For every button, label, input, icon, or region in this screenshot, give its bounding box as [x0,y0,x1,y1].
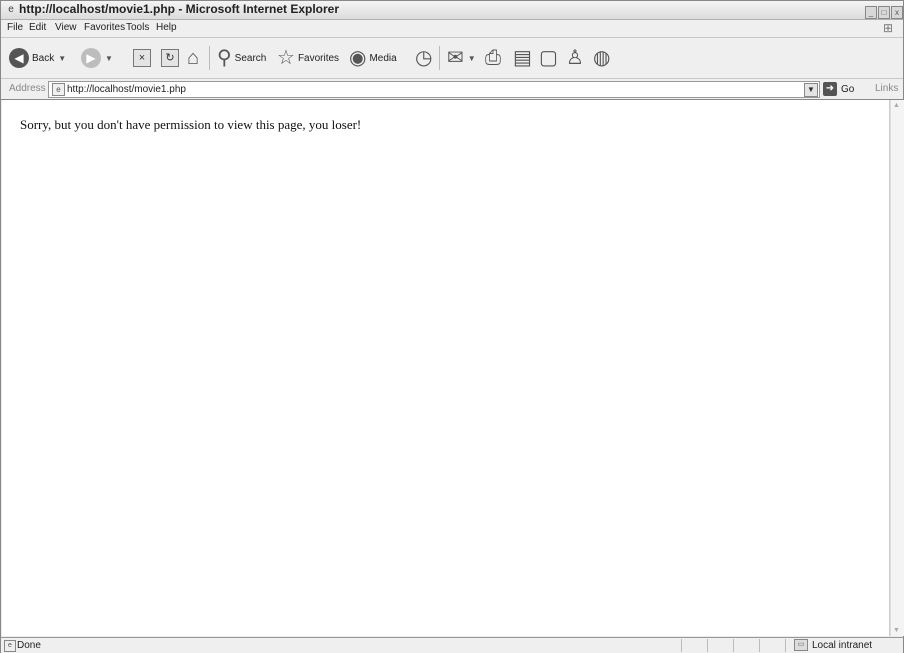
status-bar: e Done ▭ Local intranet [1,637,903,653]
mail-button[interactable]: ✉ ▼ [447,38,476,78]
stop-button[interactable]: × [133,38,151,78]
discuss-button[interactable]: ▢ [539,38,558,78]
status-divider [707,639,708,652]
status-divider [759,639,760,652]
page-content: Sorry, but you don't have permission to … [2,100,890,636]
intranet-icon: ▭ [794,639,808,651]
address-field[interactable]: e ▼ [48,81,820,98]
forward-dropdown-icon[interactable]: ▼ [105,54,113,63]
toolbar-separator [209,46,210,70]
security-zone: ▭ Local intranet [794,639,872,651]
links-button[interactable]: Links [875,83,898,94]
mail-icon: ✉ [447,47,464,69]
address-bar: Address e ▼ ➜ Go Links [1,79,903,100]
refresh-button[interactable]: ↻ [161,38,179,78]
address-dropdown-icon[interactable]: ▼ [804,83,818,97]
menu-help[interactable]: Help [156,22,177,33]
search-label: Search [234,52,267,64]
minimize-icon[interactable]: _ [865,6,877,19]
mail-dropdown-icon[interactable]: ▼ [468,54,476,63]
standard-toolbar: ◀ Back ▼ ▶ ▼ × ↻ ⌂ ⚲ Search ☆ Favorites … [1,38,903,79]
media-label: Media [369,52,397,64]
permission-message: Sorry, but you don't have permission to … [20,117,362,132]
edit-button[interactable]: ▤ [513,38,532,78]
back-arrow-icon: ◀ [9,48,29,68]
research-button[interactable]: ◍ [593,38,610,78]
windows-logo-icon: ⊞ [883,21,894,35]
vertical-scrollbar[interactable]: ▲ ▼ [890,100,904,636]
scroll-up-icon[interactable]: ▲ [893,102,900,109]
forward-button[interactable]: ▶ ▼ [81,38,113,78]
edit-icon: ▤ [513,47,532,69]
home-button[interactable]: ⌂ [187,38,199,78]
back-dropdown-icon[interactable]: ▼ [58,54,66,63]
research-icon: ◍ [593,47,611,69]
zone-label: Local intranet [812,639,873,651]
favorites-label: Favorites [297,52,340,64]
close-icon[interactable]: x [891,6,903,19]
go-label: Go [841,83,855,95]
favorites-star-icon: ☆ [277,47,295,69]
media-icon: ◉ [349,47,367,69]
go-arrow-icon: ➜ [823,82,837,96]
title-bar: e http://localhost/movie1.php - Microsof… [1,1,903,20]
browser-window: e http://localhost/movie1.php - Microsof… [0,0,904,653]
status-divider [681,639,682,652]
address-input[interactable] [67,83,767,96]
print-icon: ⎙ [485,47,501,69]
menu-favorites[interactable]: Favorites [84,22,125,33]
history-button[interactable]: ◷ [415,38,432,78]
menu-file[interactable]: File [7,22,23,33]
media-button[interactable]: ◉ Media [349,38,397,78]
page-icon: e [52,83,65,96]
toolbar-separator [439,46,440,70]
maximize-icon[interactable]: □ [878,6,890,19]
print-button[interactable]: ⎙ [485,38,501,78]
status-divider [785,639,786,652]
go-button[interactable]: ➜ Go [823,81,854,97]
favorites-button[interactable]: ☆ Favorites [277,38,339,78]
back-button[interactable]: ◀ Back ▼ [9,38,66,78]
scroll-down-icon[interactable]: ▼ [893,627,900,634]
refresh-icon: ↻ [161,49,179,67]
window-title: http://localhost/movie1.php - Microsoft … [19,2,340,16]
search-button[interactable]: ⚲ Search [217,38,266,78]
menu-edit[interactable]: Edit [29,22,46,33]
menu-tools[interactable]: Tools [126,22,149,33]
discuss-icon: ▢ [539,47,558,69]
address-label: Address [9,83,46,94]
messenger-button[interactable]: ♙ [566,38,584,78]
history-icon: ◷ [415,47,433,69]
ie-page-icon: e [8,4,14,15]
forward-arrow-icon: ▶ [81,48,101,68]
window-controls: _ □ x [864,2,903,19]
menu-bar: File Edit View Favorites Tools Help ⊞ [1,20,903,38]
home-icon: ⌂ [187,47,200,69]
menu-view[interactable]: View [55,22,77,33]
messenger-icon: ♙ [566,47,584,69]
status-divider [733,639,734,652]
page-status-icon: e [4,640,16,652]
status-text: Done [17,640,41,651]
search-magnifier-icon: ⚲ [217,47,232,69]
stop-icon: × [133,49,151,67]
back-label: Back [32,52,55,64]
